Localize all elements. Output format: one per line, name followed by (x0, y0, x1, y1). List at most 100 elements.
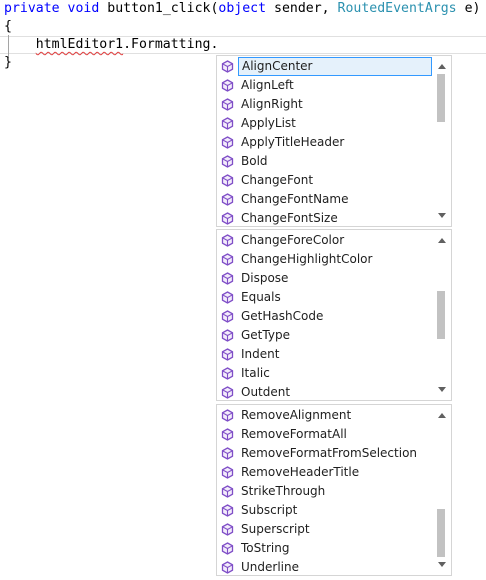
scroll-down-arrow-icon[interactable] (438, 213, 446, 218)
method-cube-icon (221, 329, 234, 342)
completion-item[interactable]: ApplyTitleHeader (217, 133, 433, 152)
method-cube-icon (221, 428, 234, 441)
completion-item[interactable]: Underline (217, 558, 433, 577)
method-cube-icon (221, 310, 234, 323)
completion-item[interactable]: ChangeFontName (217, 190, 433, 209)
method-cube-icon (221, 193, 234, 206)
method-cube-icon (221, 466, 234, 479)
completion-item-label: Outdent (241, 385, 291, 399)
param-e: e) (464, 1, 481, 16)
completion-list-2[interactable]: ChangeForeColor ChangeHighlightColor Dispo… (216, 229, 452, 401)
method-cube-icon (221, 155, 234, 168)
completion-list-1[interactable]: AlignCenter AlignLeft AlignRight ApplyList A… (216, 55, 452, 227)
scroll-down-arrow-icon[interactable] (438, 387, 446, 392)
completion-item-label: StrikeThrough (241, 484, 326, 498)
completion-item-label: Equals (241, 290, 281, 304)
completion-item-label: Subscript (241, 503, 298, 517)
completion-item-label: ChangeFontName (241, 192, 349, 206)
method-cube-icon (221, 485, 234, 498)
completion-item[interactable]: ChangeForeColor (217, 231, 433, 250)
completion-item[interactable]: RemoveAlignment (217, 406, 433, 425)
scroll-up-arrow-icon[interactable] (438, 413, 446, 418)
completion-item-label: AlignCenter (238, 57, 432, 76)
completion-item-label: ChangeHighlightColor (241, 252, 373, 266)
method-name: button1_click( (107, 1, 219, 16)
completion-item-label: GetType (241, 328, 290, 342)
method-cube-icon (221, 542, 234, 555)
method-cube-icon (221, 561, 234, 574)
code-line-4: } (4, 55, 12, 70)
completion-item-label: Superscript (241, 522, 310, 536)
type-routed-event-args: RoutedEventArgs (337, 1, 457, 16)
completion-item-label: RemoveAlignment (241, 408, 352, 422)
method-cube-icon (221, 60, 234, 73)
code-line-3: htmlEditor1.Formatting. (4, 36, 219, 54)
method-cube-icon (221, 98, 234, 111)
code-line-1: private void button1_click(object sender… (4, 0, 480, 18)
method-cube-icon (221, 136, 234, 149)
completion-item[interactable]: Equals (217, 288, 433, 307)
completion-item-label: RemoveFormatAll (241, 427, 347, 441)
method-cube-icon (221, 117, 234, 130)
completion-item[interactable]: AlignRight (217, 95, 433, 114)
completion-item[interactable]: ChangeHighlightColor (217, 250, 433, 269)
scrollbar-thumb[interactable] (437, 291, 445, 339)
completion-item[interactable]: AlignCenter (217, 57, 433, 76)
scroll-up-arrow-icon[interactable] (438, 64, 446, 69)
completion-item-label: RemoveFormatFromSelection (241, 446, 418, 460)
keyword-private: private (4, 1, 60, 16)
completion-item[interactable]: Bold (217, 152, 433, 171)
scrollbar[interactable] (433, 230, 451, 400)
completion-item[interactable]: ToString (217, 539, 433, 558)
completion-item[interactable]: GetHashCode (217, 307, 433, 326)
completion-item[interactable]: ApplyList (217, 114, 433, 133)
completion-item-label: Bold (241, 154, 268, 168)
param-sender: sender, (274, 1, 330, 16)
scroll-down-arrow-icon[interactable] (438, 562, 446, 567)
completion-item[interactable]: StrikeThrough (217, 482, 433, 501)
completion-item[interactable]: ChangeFont (217, 171, 433, 190)
completion-item-label: AlignRight (241, 97, 303, 111)
method-cube-icon (221, 291, 234, 304)
method-cube-icon (221, 234, 234, 247)
scrollbar-thumb[interactable] (437, 74, 445, 122)
completion-item[interactable]: ChangeFontSize (217, 209, 433, 228)
scrollbar-thumb[interactable] (437, 509, 445, 557)
member-access: .Formatting. (123, 37, 219, 52)
completion-item[interactable]: RemoveFormatFromSelection (217, 444, 433, 463)
scroll-up-arrow-icon[interactable] (438, 238, 446, 243)
method-cube-icon (221, 504, 234, 517)
completion-item-label: Indent (241, 347, 280, 361)
completion-item-label: GetHashCode (241, 309, 324, 323)
method-cube-icon (221, 212, 234, 225)
method-cube-icon (221, 409, 234, 422)
completion-list-3[interactable]: RemoveAlignment RemoveFormatAll RemoveForm… (216, 404, 452, 576)
completion-item-label: Underline (241, 560, 299, 574)
completion-item[interactable]: GetType (217, 326, 433, 345)
completion-item[interactable]: AlignLeft (217, 76, 433, 95)
completion-item[interactable]: Outdent (217, 383, 433, 402)
method-cube-icon (221, 174, 234, 187)
completion-item-label: ChangeFont (241, 173, 314, 187)
completion-item-label: ToString (241, 541, 290, 555)
completion-item-label: AlignLeft (241, 78, 294, 92)
keyword-object: object (218, 1, 267, 16)
method-cube-icon (221, 272, 234, 285)
completion-item[interactable]: Superscript (217, 520, 433, 539)
completion-item-label: Italic (241, 366, 270, 380)
completion-item-label: ApplyTitleHeader (241, 135, 345, 149)
completion-item[interactable]: Subscript (217, 501, 433, 520)
completion-item[interactable]: RemoveFormatAll (217, 425, 433, 444)
completion-item[interactable]: RemoveHeaderTitle (217, 463, 433, 482)
method-cube-icon (221, 348, 234, 361)
method-cube-icon (221, 79, 234, 92)
code-line-2: { (4, 19, 12, 34)
completion-item[interactable]: Italic (217, 364, 433, 383)
completion-item-label: RemoveHeaderTitle (241, 465, 360, 479)
completion-item[interactable]: Indent (217, 345, 433, 364)
completion-item[interactable]: Dispose (217, 269, 433, 288)
scrollbar[interactable] (433, 405, 451, 575)
scrollbar[interactable] (433, 56, 451, 226)
completion-item-label: ChangeFontSize (241, 211, 338, 225)
